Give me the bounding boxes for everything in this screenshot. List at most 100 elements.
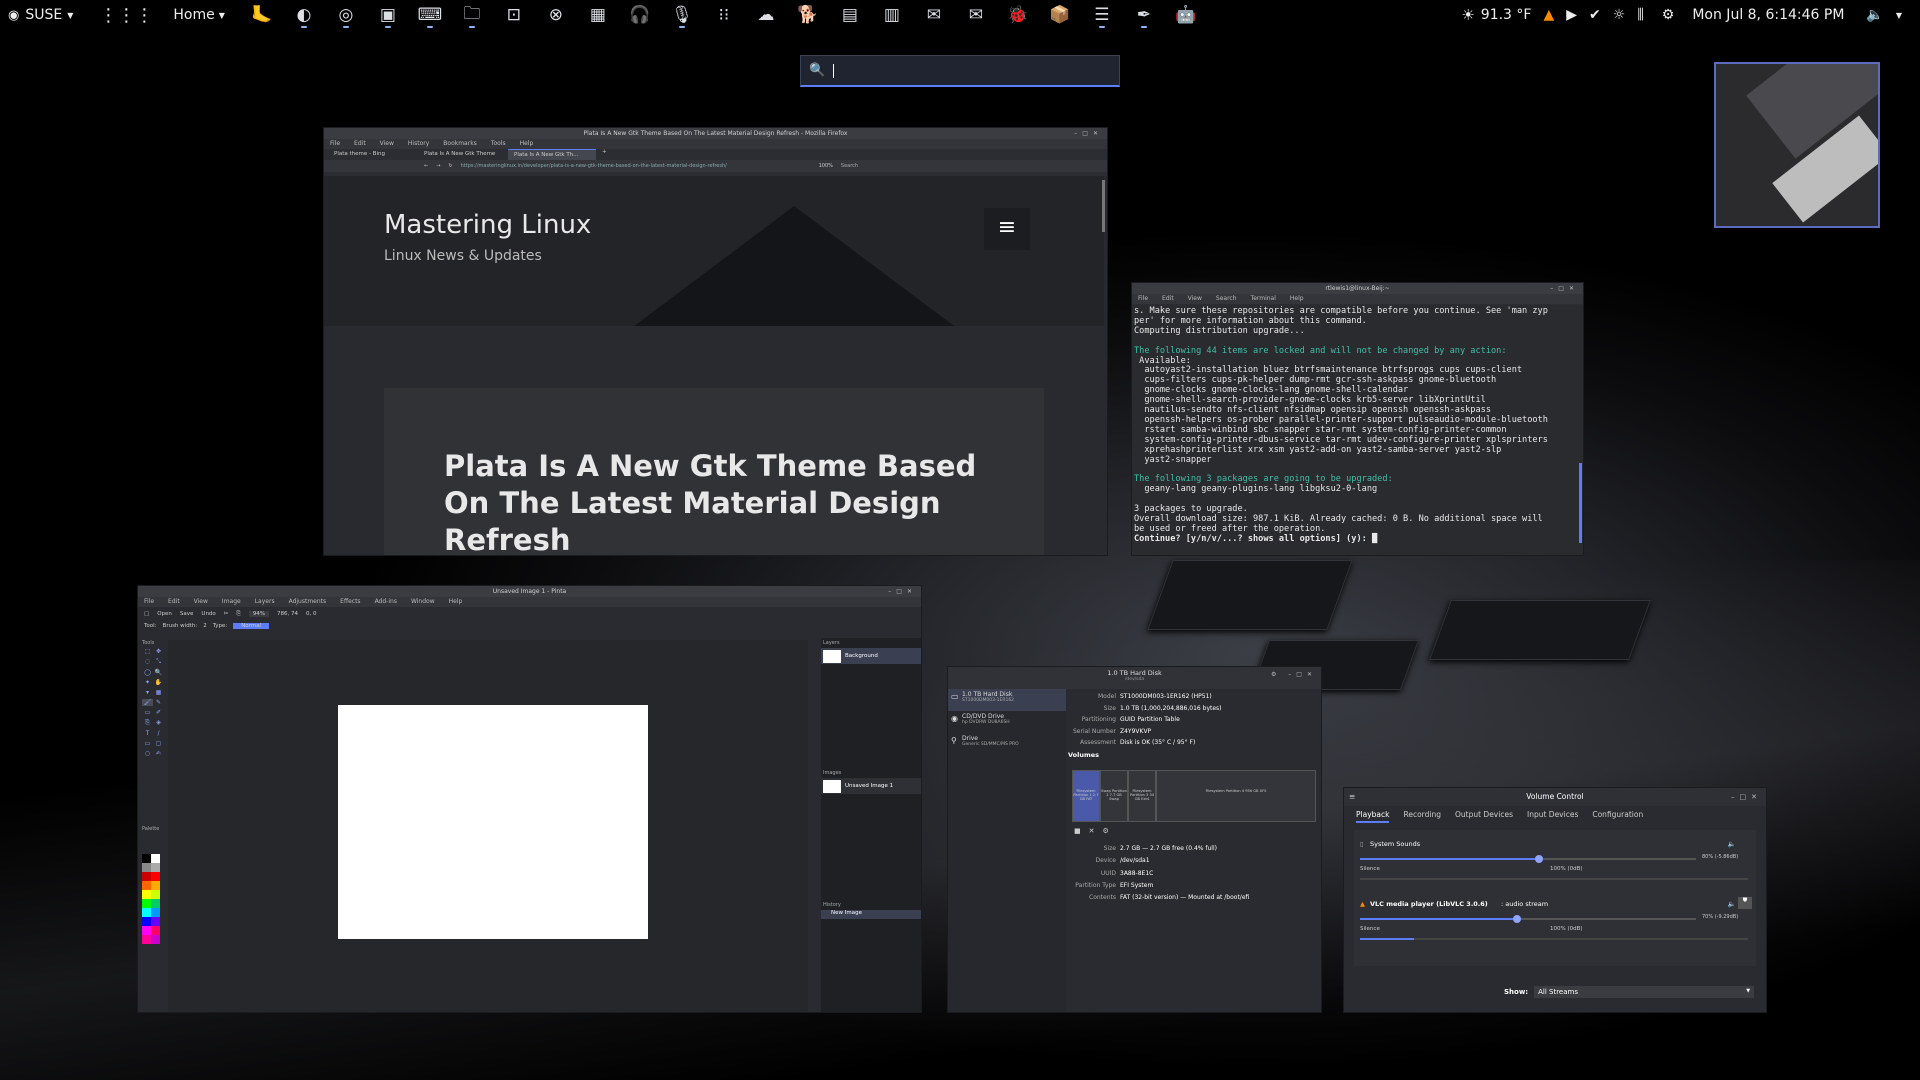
brightness-icon[interactable]: ☼: [1607, 0, 1632, 30]
forward-icon[interactable]: →: [436, 163, 440, 169]
menu-item[interactable]: Tools: [491, 139, 506, 149]
palette-swatch[interactable]: [142, 872, 151, 881]
history-item[interactable]: New Image: [821, 910, 921, 919]
pan-icon[interactable]: ✋: [153, 679, 164, 686]
url-bar[interactable]: https://masteringlinux.in/developer/plat…: [461, 163, 791, 169]
gnome-foot-launcher[interactable]: 🦶: [241, 0, 283, 30]
tab-recording[interactable]: Recording: [1403, 810, 1441, 823]
device-item[interactable]: ▭ 1.0 TB Hard Disk ST1000DM003-1ER162: [948, 689, 1066, 711]
menu-item[interactable]: Layers: [255, 597, 275, 607]
firefox-launcher[interactable]: ◐: [283, 0, 325, 30]
envelope-launcher[interactable]: ✉: [955, 0, 997, 30]
window-controls[interactable]: –□✕: [1550, 283, 1579, 294]
menu-item[interactable]: Add-ins: [375, 597, 397, 607]
menu-item[interactable]: View: [1188, 294, 1202, 304]
drawing-canvas[interactable]: [338, 705, 648, 939]
palette-swatch[interactable]: [151, 854, 160, 863]
article-title[interactable]: Plata Is A New Gtk Theme Based On The La…: [444, 448, 1004, 555]
window-controls[interactable]: –□✕: [1731, 788, 1762, 806]
grid-launcher[interactable]: ⁝⁝: [703, 0, 745, 30]
terminal-launcher[interactable]: ⌨: [409, 0, 451, 30]
partition-block[interactable]: Filesystem Partition 4 956 GB XFS: [1156, 770, 1316, 822]
clock[interactable]: Mon Jul 8, 6:14:46 PM: [1686, 0, 1850, 30]
equalizer-icon[interactable]: ⫼: [1631, 0, 1649, 30]
palette-swatch[interactable]: [142, 881, 151, 890]
media-icon[interactable]: ▶: [1560, 0, 1583, 30]
home-menu[interactable]: Home ▼: [167, 0, 231, 30]
palette-swatch[interactable]: [151, 863, 160, 872]
paintbrush-icon[interactable]: 🖌: [142, 699, 153, 706]
ellipse-select-icon[interactable]: ◯: [142, 669, 153, 676]
overview-search[interactable]: 🔍: [800, 55, 1120, 87]
inkscape-launcher[interactable]: ✒: [1123, 0, 1165, 30]
tab-input-devices[interactable]: Input Devices: [1527, 810, 1578, 823]
reload-icon[interactable]: ↻: [448, 163, 452, 169]
palette-swatch[interactable]: [151, 908, 160, 917]
line-icon[interactable]: /: [153, 730, 164, 737]
menu-item[interactable]: File: [1138, 294, 1148, 304]
menu-item[interactable]: Edit: [354, 139, 366, 149]
terminal-window[interactable]: rtlewis1@linux-Beij:~ –□✕ File Edit View Sea…: [1132, 283, 1583, 555]
chrome-launcher[interactable]: ◎: [325, 0, 367, 30]
text-icon[interactable]: T: [142, 730, 153, 737]
vlc-icon[interactable]: ▲: [1537, 0, 1560, 30]
menu-item[interactable]: Edit: [1162, 294, 1174, 304]
palette-swatch[interactable]: [142, 854, 151, 863]
open-button[interactable]: Open: [157, 611, 172, 617]
tab[interactable]: Plata Is A New Gtk Th...: [508, 149, 596, 160]
settings-icon[interactable]: ⚙: [1656, 0, 1681, 30]
tab-playback[interactable]: Playback: [1356, 810, 1390, 823]
disks-window[interactable]: 1.0 TB Hard Disk /dev/sda ⚙ –□✕ ▭ 1.0 TB …: [948, 667, 1321, 1012]
firefox-window[interactable]: Plata Is A New Gtk Theme Based On The La…: [324, 128, 1107, 555]
menu-item[interactable]: File: [330, 139, 340, 149]
device-item[interactable]: ⚲ Drive Generic SD/MMC/MS PRO: [948, 733, 1066, 755]
robot-launcher[interactable]: 🤖: [1165, 0, 1207, 30]
slider-knob[interactable]: [1512, 915, 1521, 923]
recolor-icon[interactable]: ◈: [153, 719, 164, 727]
notes-launcher[interactable]: ▤: [829, 0, 871, 30]
bug-launcher[interactable]: 🐞: [997, 0, 1039, 30]
check-icon[interactable]: ✔: [1583, 0, 1607, 30]
palette-swatch[interactable]: [142, 908, 151, 917]
scrollbar[interactable]: [1102, 180, 1105, 232]
mute-icon[interactable]: 🔈: [1728, 900, 1736, 908]
partition-block[interactable]: Filesystem Partition 3 34 GB Ext4: [1128, 770, 1156, 822]
hamburger-menu[interactable]: ≡: [984, 208, 1030, 250]
chevron-down-icon[interactable]: ▼: [1890, 0, 1908, 30]
site-title[interactable]: Mastering Linux: [384, 210, 591, 240]
tab[interactable]: Plata Is A New Gtk Theme: [418, 149, 506, 160]
stop-icon[interactable]: ■: [1074, 827, 1089, 835]
gimp-launcher[interactable]: 🐕: [787, 0, 829, 30]
layer-row[interactable]: Background: [821, 648, 921, 664]
menu-item[interactable]: Bookmarks: [443, 139, 477, 149]
palette-swatch[interactable]: [151, 881, 160, 890]
device-item[interactable]: ◉ CD/DVD Drive hp DVDRW DU8A6SH: [948, 711, 1066, 733]
zoom-icon[interactable]: 🔍: [153, 669, 164, 676]
menu-item[interactable]: Image: [222, 597, 241, 607]
volume-slider[interactable]: [1360, 855, 1696, 863]
menu-item[interactable]: Help: [520, 139, 534, 149]
new-tab-button[interactable]: +: [598, 149, 611, 160]
move-selection-icon[interactable]: ⤡: [153, 658, 164, 666]
menu-item[interactable]: Help: [449, 597, 463, 607]
workspace-thumbnail[interactable]: [1714, 62, 1880, 228]
list-launcher[interactable]: ☰: [1081, 0, 1123, 30]
eraser-icon[interactable]: ▭: [142, 709, 153, 716]
files-launcher[interactable]: 🗀: [451, 0, 493, 30]
move-icon[interactable]: ✥: [153, 648, 164, 655]
menu-item[interactable]: Effects: [340, 597, 360, 607]
save-button[interactable]: Save: [180, 611, 194, 617]
partition-block[interactable]: Filesystem Partition 1 2.7 GB FAT: [1072, 770, 1100, 822]
volume-icon[interactable]: 🔈: [1860, 0, 1889, 30]
undo-button[interactable]: Undo: [201, 611, 215, 617]
pencil-icon[interactable]: ✎: [153, 699, 164, 706]
palette-swatch[interactable]: [151, 917, 160, 926]
package-launcher[interactable]: 📦: [1039, 0, 1081, 30]
mail-launcher[interactable]: ✉: [913, 0, 955, 30]
palette-swatch[interactable]: [142, 917, 151, 926]
monitor-launcher[interactable]: ▣: [367, 0, 409, 30]
ellipse-icon[interactable]: ○: [142, 750, 153, 757]
menu-item[interactable]: Search: [1216, 294, 1237, 304]
slider-knob[interactable]: [1535, 855, 1544, 863]
volume-slider[interactable]: [1360, 915, 1696, 923]
